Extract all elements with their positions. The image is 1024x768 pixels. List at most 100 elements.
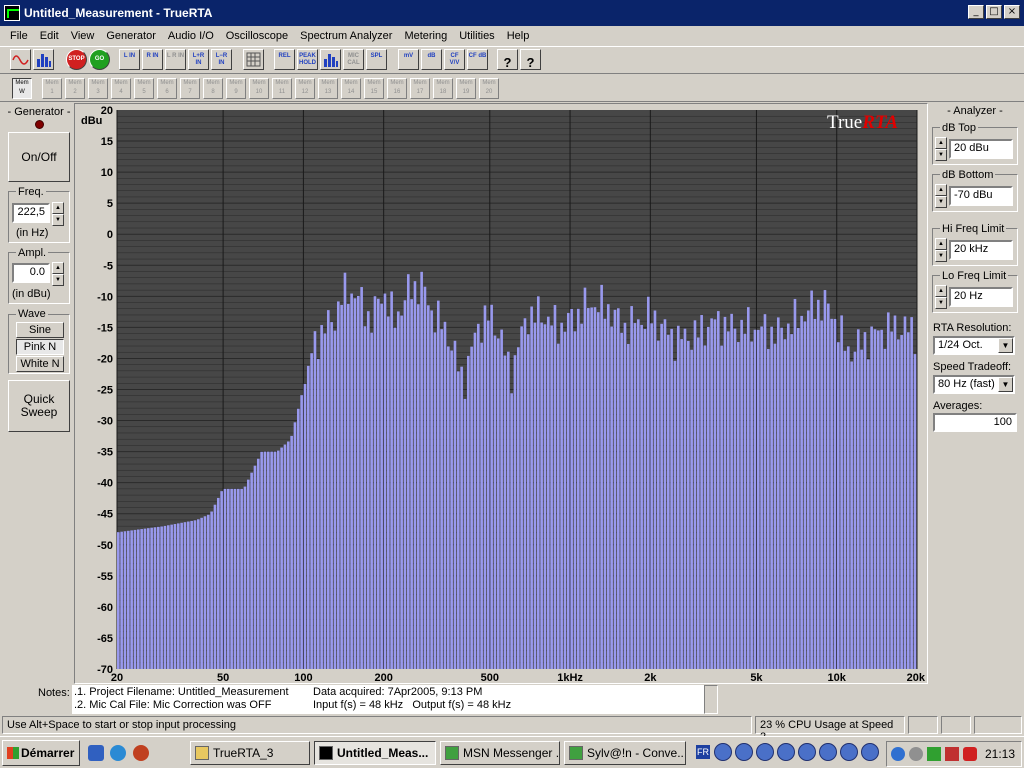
l-plus-r-in-icon[interactable]: L+R IN bbox=[188, 49, 209, 70]
media-rewind-icon[interactable] bbox=[798, 743, 816, 761]
language-indicator[interactable]: FR bbox=[696, 745, 710, 759]
freq-spinner[interactable]: ▲ ▼ bbox=[52, 202, 64, 226]
notes-box[interactable]: .1. Project Filename: Untitled_Measureme… bbox=[72, 685, 704, 714]
task-untitled-measurement[interactable]: Untitled_Meas... bbox=[314, 741, 436, 765]
close-button[interactable]: × bbox=[1004, 5, 1020, 19]
ampl-input[interactable]: 0.0 bbox=[12, 263, 50, 283]
lr-in-icon[interactable]: L R IN bbox=[165, 49, 186, 70]
chevron-down-icon[interactable]: ▼ bbox=[998, 338, 1013, 353]
menu-view[interactable]: View bbox=[65, 30, 101, 42]
task-conversation[interactable]: Sylv@!n - Conve... bbox=[564, 741, 686, 765]
spin-up-icon[interactable]: ▲ bbox=[935, 137, 947, 149]
memory-current-button[interactable]: Mem W bbox=[12, 78, 32, 99]
ampl-spinner[interactable]: ▲ ▼ bbox=[52, 262, 64, 286]
maximize-button[interactable]: □ bbox=[986, 5, 1002, 19]
truerta-app-icon[interactable] bbox=[4, 5, 20, 21]
spin-down-icon[interactable]: ▼ bbox=[935, 149, 947, 161]
menu-audio-io[interactable]: Audio I/O bbox=[162, 30, 220, 42]
spin-up-icon[interactable]: ▲ bbox=[935, 285, 947, 297]
hi-freq-input[interactable]: 20 kHz bbox=[949, 240, 1013, 260]
spectrum-icon[interactable] bbox=[33, 49, 54, 70]
menu-file[interactable]: File bbox=[4, 30, 34, 42]
menu-edit[interactable]: Edit bbox=[34, 30, 65, 42]
spl-icon[interactable]: SPL bbox=[366, 49, 387, 70]
media-pause-icon[interactable] bbox=[756, 743, 774, 761]
menu-metering[interactable]: Metering bbox=[398, 30, 453, 42]
spin-up-icon[interactable]: ▲ bbox=[935, 238, 947, 250]
db-top-input[interactable]: 20 dBu bbox=[949, 139, 1013, 159]
averages-input[interactable]: 100 bbox=[933, 413, 1017, 432]
spin-up-icon[interactable]: ▲ bbox=[52, 202, 64, 214]
media-prev-icon[interactable] bbox=[714, 743, 732, 761]
clock[interactable]: 21:13 bbox=[985, 747, 1015, 761]
task-truerta-3[interactable]: TrueRTA_3 bbox=[190, 741, 310, 765]
spin-down-icon[interactable]: ▼ bbox=[935, 250, 947, 262]
help-icon[interactable]: ? bbox=[497, 49, 518, 70]
memory-slot-4-button[interactable]: Mem 4 bbox=[111, 78, 131, 99]
memory-slot-7-button[interactable]: Mem 7 bbox=[180, 78, 200, 99]
memory-slot-17-button[interactable]: Mem 17 bbox=[410, 78, 430, 99]
desktop-quicklaunch-icon[interactable] bbox=[88, 745, 104, 761]
tray-icon-3[interactable] bbox=[927, 747, 941, 761]
left-in-icon[interactable]: L IN bbox=[119, 49, 140, 70]
memory-slot-10-button[interactable]: Mem 10 bbox=[249, 78, 269, 99]
memory-slot-3-button[interactable]: Mem 3 bbox=[88, 78, 108, 99]
menu-help[interactable]: Help bbox=[501, 30, 536, 42]
media-next-icon[interactable] bbox=[840, 743, 858, 761]
db-bottom-input[interactable]: -70 dBu bbox=[949, 186, 1013, 206]
memory-slot-1-button[interactable]: Mem 1 bbox=[42, 78, 62, 99]
grid-icon[interactable] bbox=[243, 49, 264, 70]
memory-slot-18-button[interactable]: Mem 18 bbox=[433, 78, 453, 99]
freq-input[interactable]: 222,5 bbox=[12, 203, 50, 223]
l-minus-r-in-icon[interactable]: L−R IN bbox=[211, 49, 232, 70]
spin-down-icon[interactable]: ▼ bbox=[52, 214, 64, 226]
memory-slot-6-button[interactable]: Mem 6 bbox=[157, 78, 177, 99]
memory-slot-20-button[interactable]: Mem 20 bbox=[479, 78, 499, 99]
menu-utilities[interactable]: Utilities bbox=[453, 30, 500, 42]
start-button[interactable]: Démarrer bbox=[2, 740, 80, 766]
menu-oscilloscope[interactable]: Oscilloscope bbox=[220, 30, 294, 42]
memory-slot-19-button[interactable]: Mem 19 bbox=[456, 78, 476, 99]
media-play-icon[interactable] bbox=[735, 743, 753, 761]
memory-slot-12-button[interactable]: Mem 12 bbox=[295, 78, 315, 99]
spin-down-icon[interactable]: ▼ bbox=[935, 297, 947, 309]
spin-down-icon[interactable]: ▼ bbox=[935, 196, 947, 208]
messenger-tray-icon[interactable] bbox=[891, 747, 905, 761]
memory-slot-11-button[interactable]: Mem 11 bbox=[272, 78, 292, 99]
memory-slot-13-button[interactable]: Mem 13 bbox=[318, 78, 338, 99]
memory-slot-16-button[interactable]: Mem 16 bbox=[387, 78, 407, 99]
bar-graph-icon[interactable] bbox=[320, 49, 341, 70]
go-icon[interactable]: GO bbox=[89, 49, 110, 70]
right-in-icon[interactable]: R IN bbox=[142, 49, 163, 70]
wave-white-noise-button[interactable]: White N bbox=[16, 356, 64, 372]
media-player-icon[interactable] bbox=[133, 745, 149, 761]
menu-generator[interactable]: Generator bbox=[100, 30, 162, 42]
generator-onoff-button[interactable]: On/Off bbox=[8, 132, 70, 182]
media-stop-icon[interactable] bbox=[777, 743, 795, 761]
memory-slot-8-button[interactable]: Mem 8 bbox=[203, 78, 223, 99]
memory-slot-5-button[interactable]: Mem 5 bbox=[134, 78, 154, 99]
spin-up-icon[interactable]: ▲ bbox=[935, 184, 947, 196]
memory-slot-9-button[interactable]: Mem 9 bbox=[226, 78, 246, 99]
lo-freq-spinner[interactable]: ▲ ▼ bbox=[935, 285, 947, 309]
menu-spectrum-analyzer[interactable]: Spectrum Analyzer bbox=[294, 30, 398, 42]
media-volume-icon[interactable] bbox=[861, 743, 879, 761]
spin-up-icon[interactable]: ▲ bbox=[52, 262, 64, 274]
db-top-spinner[interactable]: ▲ ▼ bbox=[935, 137, 947, 161]
network-tray-icon[interactable] bbox=[909, 747, 923, 761]
rel-icon[interactable]: REL bbox=[274, 49, 295, 70]
wave-sine-button[interactable]: Sine bbox=[16, 322, 64, 338]
wave-pink-noise-button[interactable]: Pink N bbox=[16, 339, 64, 355]
task-msn-messenger[interactable]: MSN Messenger ... bbox=[440, 741, 560, 765]
memory-slot-14-button[interactable]: Mem 14 bbox=[341, 78, 361, 99]
cf-vv-icon[interactable]: CF V/V bbox=[444, 49, 465, 70]
minimize-button[interactable]: _ bbox=[968, 5, 984, 19]
spin-down-icon[interactable]: ▼ bbox=[52, 274, 64, 286]
tray-icon-4[interactable] bbox=[945, 747, 959, 761]
cf-db-icon[interactable]: CF dB bbox=[467, 49, 488, 70]
db-icon[interactable]: dB bbox=[421, 49, 442, 70]
mic-cal-icon[interactable]: MIC CAL bbox=[343, 49, 364, 70]
context-help-icon[interactable]: ? bbox=[520, 49, 541, 70]
quick-sweep-button[interactable]: Quick Sweep bbox=[8, 380, 70, 432]
tray-icon-5[interactable] bbox=[963, 747, 977, 761]
